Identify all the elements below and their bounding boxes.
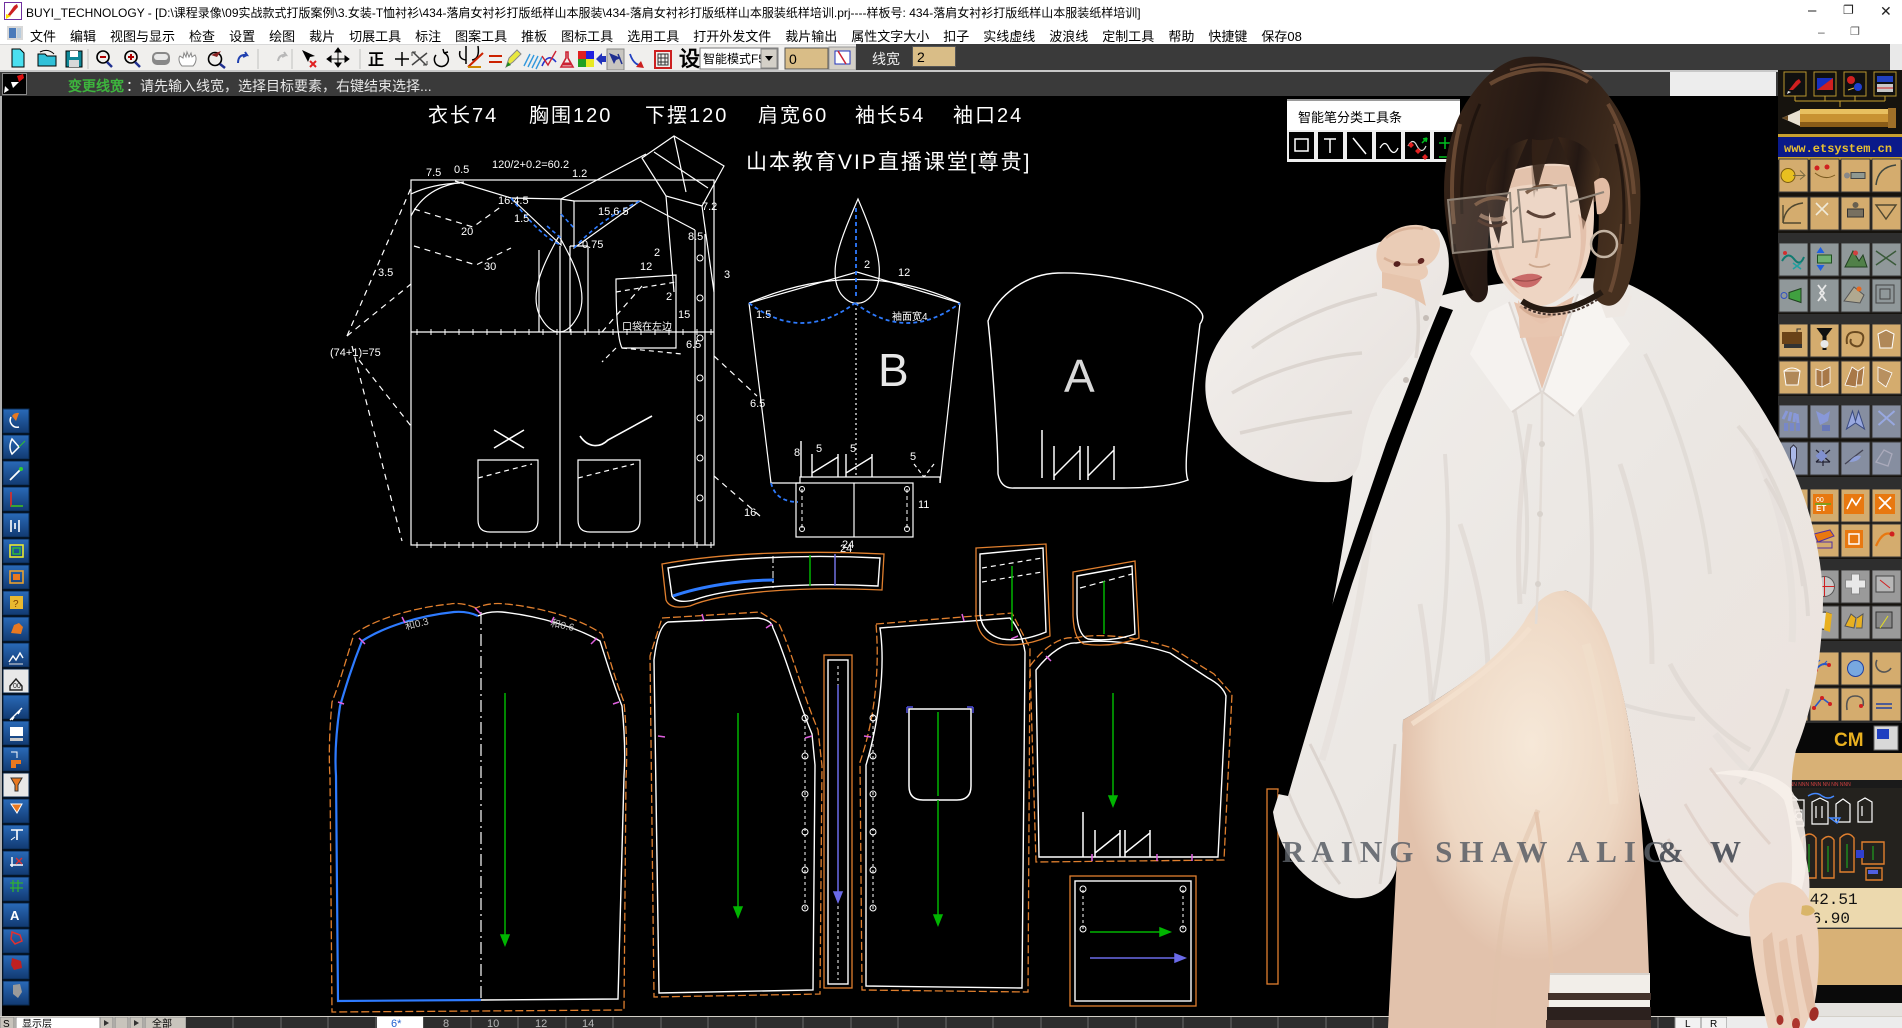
svg-text:衣长74: 衣长74 — [428, 104, 498, 127]
svg-text:口袋在左边: 口袋在左边 — [622, 320, 672, 333]
svg-text:3.5: 3.5 — [378, 267, 393, 279]
svg-text:胸围120: 胸围120 — [529, 104, 612, 127]
svg-text:W: W — [1710, 834, 1741, 869]
svg-text:山本教育VIP直播课堂[尊贵]: 山本教育VIP直播课堂[尊贵] — [746, 151, 1032, 174]
svg-text:14: 14 — [582, 1018, 594, 1028]
svg-text:8: 8 — [443, 1018, 449, 1028]
svg-text:5: 5 — [850, 443, 856, 455]
svg-text:8: 8 — [794, 447, 800, 459]
svg-text:00: 00 — [13, 683, 21, 690]
svg-text:和0.3: 和0.3 — [404, 615, 431, 633]
svg-text:12: 12 — [535, 1018, 547, 1028]
svg-text:5: 5 — [910, 451, 916, 463]
svg-text:?: ? — [13, 599, 19, 610]
svg-text:2: 2 — [864, 259, 870, 271]
svg-text:袖口24: 袖口24 — [953, 104, 1023, 127]
svg-text:袖长54: 袖长54 — [855, 104, 925, 127]
svg-text:30: 30 — [484, 261, 496, 273]
svg-text:0.75: 0.75 — [582, 239, 603, 251]
svg-text:6*: 6* — [391, 1018, 402, 1028]
svg-text:B: B — [878, 344, 909, 396]
svg-text:5: 5 — [816, 443, 822, 455]
svg-text:(74+1)=75: (74+1)=75 — [330, 347, 381, 359]
svg-text:A: A — [10, 908, 20, 923]
svg-text:正: 正 — [368, 52, 384, 69]
svg-text:设: 设 — [679, 47, 700, 71]
svg-text:肩宽60: 肩宽60 — [758, 104, 828, 127]
svg-text:20: 20 — [461, 226, 473, 238]
svg-text:A: A — [1064, 350, 1095, 402]
svg-text:2: 2 — [654, 247, 660, 259]
svg-text:全部: 全部 — [152, 1017, 172, 1028]
svg-text:16.4.5: 16.4.5 — [498, 195, 529, 207]
svg-text:0: 0 — [789, 51, 797, 67]
svg-text:15.6.5: 15.6.5 — [598, 206, 629, 218]
svg-text:15: 15 — [678, 309, 690, 321]
svg-text:12: 12 — [640, 261, 652, 273]
svg-text:智能模式F5: 智能模式F5 — [703, 51, 765, 66]
svg-text:6.5: 6.5 — [750, 398, 765, 410]
svg-text:12: 12 — [898, 267, 910, 279]
svg-text:10: 10 — [487, 1018, 499, 1028]
svg-text:11: 11 — [918, 499, 929, 511]
svg-text:S: S — [3, 1019, 10, 1028]
svg-text:8.5: 8.5 — [688, 231, 703, 243]
svg-text:&: & — [1658, 834, 1684, 869]
svg-text:1.5: 1.5 — [514, 213, 529, 225]
svg-text:3: 3 — [724, 269, 730, 281]
svg-text:7.5: 7.5 — [426, 167, 441, 179]
svg-text:16: 16 — [744, 507, 756, 519]
svg-text:120/2+0.2=60.2: 120/2+0.2=60.2 — [492, 159, 569, 171]
svg-text:2: 2 — [666, 291, 672, 303]
svg-text:RAING SHAW ALIC: RAING SHAW ALIC — [1282, 834, 1672, 869]
svg-text:24: 24 — [842, 539, 854, 551]
svg-text:显示层: 显示层 — [22, 1018, 52, 1028]
svg-text:7.2: 7.2 — [702, 201, 717, 213]
svg-text:0.5: 0.5 — [454, 164, 469, 176]
svg-text:1.2: 1.2 — [572, 168, 587, 180]
svg-text:6.5: 6.5 — [686, 339, 701, 351]
svg-text:下摆120: 下摆120 — [645, 104, 728, 127]
